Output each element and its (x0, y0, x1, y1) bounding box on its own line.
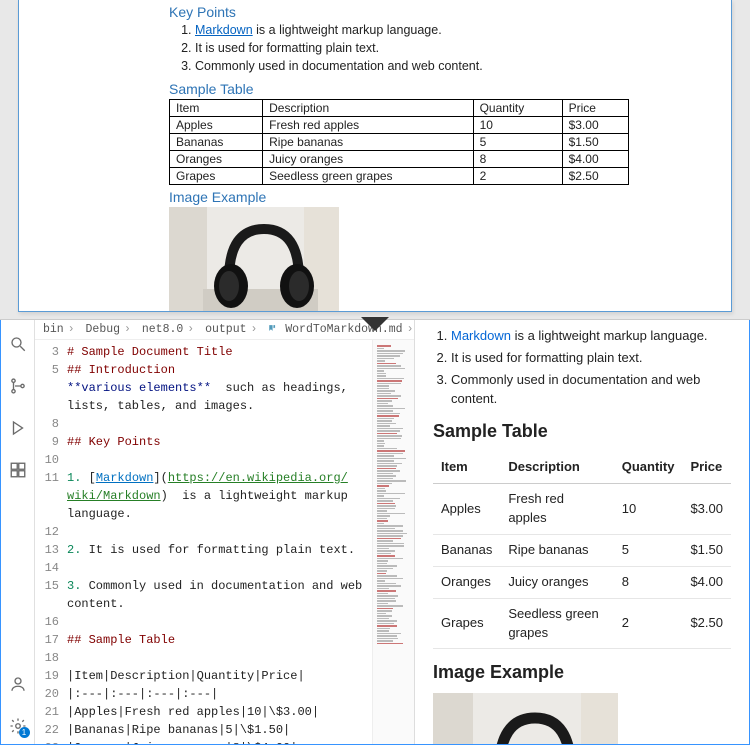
preview-heading-image-example: Image Example (433, 659, 731, 685)
heading-keypoints: Key Points (169, 4, 711, 20)
markdown-link[interactable]: Markdown (195, 23, 253, 37)
code-area[interactable]: 35 891011 12131415 161718192021222324252… (35, 340, 414, 744)
table-row: OrangesJuicy oranges8$4.00 (170, 150, 629, 167)
code-text[interactable]: # Sample Document Title## Introduction**… (65, 340, 372, 744)
settings-gear-icon[interactable]: 1 (8, 716, 28, 736)
headphones-image (169, 207, 339, 312)
keypoints-list: Markdown is a lightweight markup languag… (195, 22, 711, 75)
table-row: ApplesFresh red apples10$3.00 (170, 116, 629, 133)
run-debug-icon[interactable] (8, 418, 28, 438)
preview-heading-sample-table: Sample Table (433, 418, 731, 444)
table-row: ApplesFresh red apples10$3.00 (433, 484, 731, 535)
extensions-icon[interactable] (8, 460, 28, 480)
list-item: It is used for formatting plain text. (195, 40, 711, 57)
table-row: BananasRipe bananas5$1.50 (170, 133, 629, 150)
vscode-window: 1 bin› Debug› net8.0› output› WordToMark… (0, 320, 750, 745)
preview-table: Item Description Quantity Price ApplesFr… (433, 452, 731, 649)
th: Description (263, 99, 473, 116)
table-row: GrapesSeedless green grapes2$2.50 (433, 598, 731, 649)
list-item: It is used for formatting plain text. (451, 349, 731, 368)
accounts-icon[interactable] (8, 674, 28, 694)
th: Quantity (473, 99, 562, 116)
table-row: GrapesSeedless green grapes2$2.50 (170, 167, 629, 184)
search-icon[interactable] (8, 334, 28, 354)
preview-keypoints-list: Markdown is a lightweight markup languag… (451, 327, 731, 408)
arrow-down-icon (361, 317, 389, 331)
minimap[interactable] (372, 340, 414, 744)
list-item: Markdown is a lightweight markup languag… (451, 327, 731, 346)
heading-image-example: Image Example (169, 189, 711, 205)
table-header-row: Item Description Quantity Price (170, 99, 629, 116)
list-item: Commonly used in documentation and web c… (195, 58, 711, 75)
preview-headphones-image (433, 693, 618, 744)
source-control-icon[interactable] (8, 376, 28, 396)
word-page: Key Points Markdown is a lightweight mar… (18, 0, 732, 312)
list-item-text: is a lightweight markup language. (253, 23, 442, 37)
line-number-gutter: 35 891011 12131415 161718192021222324252… (35, 340, 65, 744)
crumb-seg[interactable]: output (205, 323, 246, 336)
table-row: BananasRipe bananas5$1.50 (433, 535, 731, 567)
breadcrumb[interactable]: bin› Debug› net8.0› output› WordToMarkdo… (35, 320, 414, 340)
word-document-pane: Key Points Markdown is a lightweight mar… (0, 0, 750, 320)
table-row: OrangesJuicy oranges8$4.00 (433, 566, 731, 598)
table-header-row: Item Description Quantity Price (433, 452, 731, 483)
th: Price (562, 99, 628, 116)
th: Item (170, 99, 263, 116)
crumb-seg[interactable]: Debug (86, 323, 121, 336)
list-item: Markdown is a lightweight markup languag… (195, 22, 711, 39)
markdown-file-icon (268, 323, 278, 333)
word-table: Item Description Quantity Price ApplesFr… (169, 99, 629, 185)
heading-sample-table: Sample Table (169, 81, 711, 97)
crumb-seg[interactable]: bin (43, 323, 64, 336)
markdown-link[interactable]: Markdown (451, 328, 511, 343)
gear-badge: 1 (19, 727, 30, 738)
editor-pane: bin› Debug› net8.0› output› WordToMarkdo… (35, 320, 415, 744)
crumb-seg[interactable]: net8.0 (142, 323, 183, 336)
markdown-preview-pane: Markdown is a lightweight markup languag… (415, 320, 749, 744)
list-item: Commonly used in documentation and web c… (451, 371, 731, 409)
activity-bar: 1 (1, 320, 35, 744)
